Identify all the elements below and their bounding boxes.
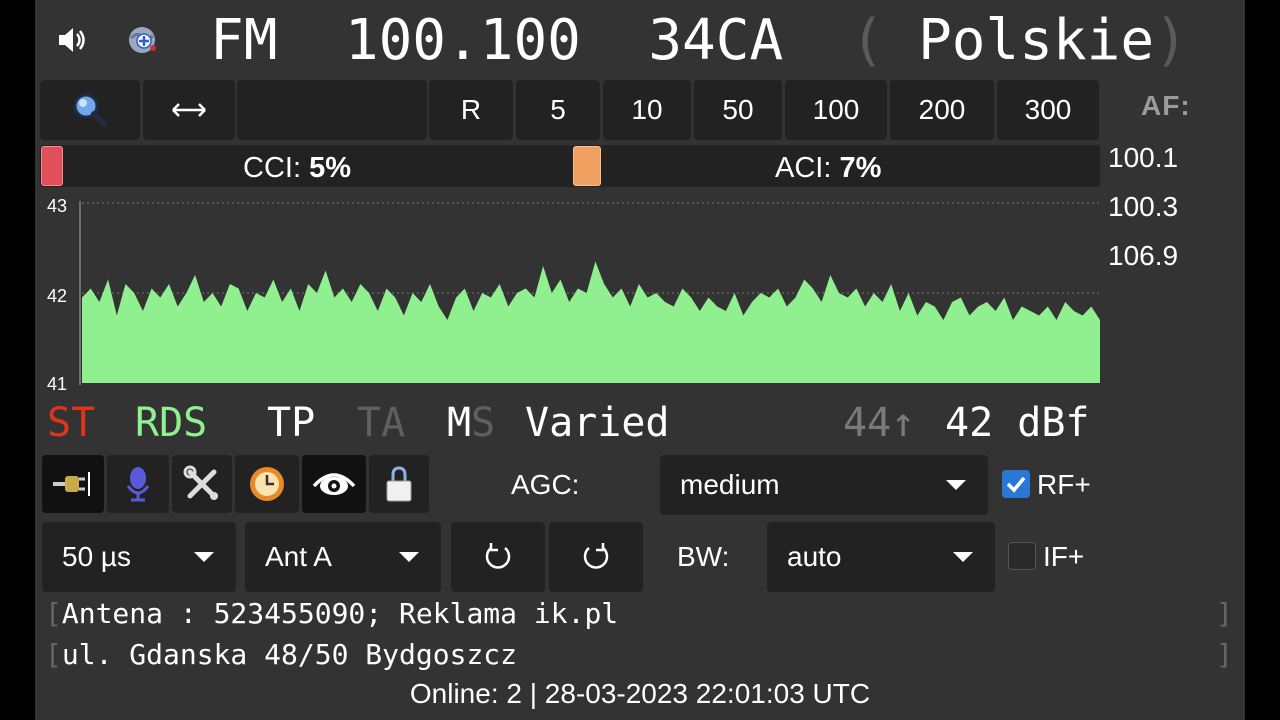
if-plus-checkbox[interactable] (1008, 542, 1036, 570)
af-label: AF: (1141, 90, 1191, 121)
station-title: FM 100.100 34CA ( Polskie) (210, 8, 1188, 74)
agc-select[interactable]: medium (660, 455, 988, 515)
eye-button[interactable] (302, 455, 366, 513)
signal-area (82, 261, 1100, 383)
y-tick-label: 43 (47, 196, 67, 216)
ta-indicator: TA (357, 400, 406, 446)
pi-code: 34CA (648, 8, 784, 73)
peak-signal: 44↑ (843, 400, 916, 446)
speech-indicator: S (471, 400, 496, 446)
band: FM (210, 8, 278, 73)
empty-button[interactable] (237, 80, 427, 140)
chevron-down-icon (399, 552, 419, 562)
close-paren: ) (1154, 8, 1188, 73)
clock-icon (250, 467, 284, 501)
microphone-icon (126, 467, 150, 502)
step-button-10[interactable]: 10 (603, 80, 691, 140)
volume-icon[interactable] (55, 22, 91, 58)
lock-icon (386, 466, 412, 502)
tools-button[interactable] (172, 455, 232, 513)
radiotext-bracket: ] (1216, 638, 1233, 671)
pty-text: Varied (525, 400, 670, 446)
interference-bar (40, 145, 1100, 187)
radiotext-line-2: [ul. Gdanska 48/50 Bydgoszcz (45, 638, 518, 671)
agc-label: AGC: (511, 469, 580, 500)
af-value[interactable]: 106.9 (1108, 240, 1178, 272)
chevron-down-icon (194, 552, 214, 562)
deemphasis-select[interactable]: 50 µs (42, 522, 236, 592)
rds-indicator: RDS (135, 400, 208, 446)
y-tick-label: 41 (47, 374, 67, 390)
search-button[interactable] (40, 80, 140, 140)
agc-value: medium (680, 469, 780, 500)
step-button-50[interactable]: 50 (694, 80, 782, 140)
cci-readout: CCI: 5% (243, 152, 351, 184)
rf-plus-checkbox[interactable] (1002, 470, 1030, 498)
rotate-ccw-icon (485, 543, 511, 569)
chevron-down-icon (946, 480, 966, 490)
af-value[interactable]: 100.1 (1108, 142, 1178, 174)
stereo-indicator: ST (47, 400, 96, 446)
open-paren: ( (850, 8, 885, 73)
radiotext-line-1: [Antena : 523455090; Reklama ik.pl (45, 597, 619, 630)
step-button-100[interactable]: 100 (785, 80, 887, 140)
antenna-select[interactable]: Ant A (245, 522, 441, 592)
af-value[interactable]: 100.3 (1108, 191, 1178, 223)
music-indicator: M (447, 400, 472, 446)
chevron-down-icon (953, 552, 973, 562)
cci-indicator (41, 146, 63, 186)
antenna-value: Ant A (265, 541, 332, 572)
plug-icon (53, 472, 90, 496)
microphone-button[interactable] (107, 455, 169, 513)
bandwidth-value: auto (787, 541, 842, 572)
step-button-5[interactable]: 5 (516, 80, 600, 140)
rotate-cw-button[interactable] (549, 522, 643, 592)
bandwidth-select[interactable]: auto (767, 522, 995, 592)
deemphasis-value: 50 µs (62, 541, 132, 572)
step-button-r[interactable]: R (429, 80, 513, 140)
clock-button[interactable] (235, 455, 299, 513)
resize-button[interactable] (143, 80, 235, 140)
lock-button[interactable] (369, 455, 429, 513)
tools-icon (183, 465, 218, 500)
eye-icon (312, 473, 356, 495)
frequency: 100.100 (344, 8, 581, 73)
signal-graph: 43 42 41 (47, 196, 1100, 390)
rotate-cw-icon (583, 543, 609, 569)
aci-readout: ACI: 7% (775, 152, 882, 184)
rotate-ccw-button[interactable] (451, 522, 545, 592)
bw-label: BW: (677, 541, 730, 572)
globe-plus-icon[interactable] (125, 22, 161, 58)
rf-plus-label: RF+ (1037, 469, 1091, 500)
step-button-200[interactable]: 200 (890, 80, 994, 140)
checkmark-icon (1006, 476, 1026, 493)
footer-status: Online: 2 | 28-03-2023 22:01:03 UTC (409, 678, 871, 709)
horizontal-arrows-icon (172, 103, 206, 117)
ps-name: Polskie (918, 8, 1155, 73)
tp-indicator: TP (267, 400, 316, 446)
step-button-300[interactable]: 300 (997, 80, 1099, 140)
search-icon (73, 93, 107, 127)
radiotext-bracket: ] (1216, 597, 1233, 630)
if-plus-label: IF+ (1043, 541, 1085, 572)
signal-strength: 42 dBf (945, 400, 1090, 446)
y-tick-label: 42 (47, 286, 67, 306)
aci-indicator (573, 146, 601, 186)
plug-button[interactable] (42, 455, 104, 513)
tuner-app: FM 100.100 34CA ( Polskie) R 5 10 50 100… (35, 0, 1245, 720)
